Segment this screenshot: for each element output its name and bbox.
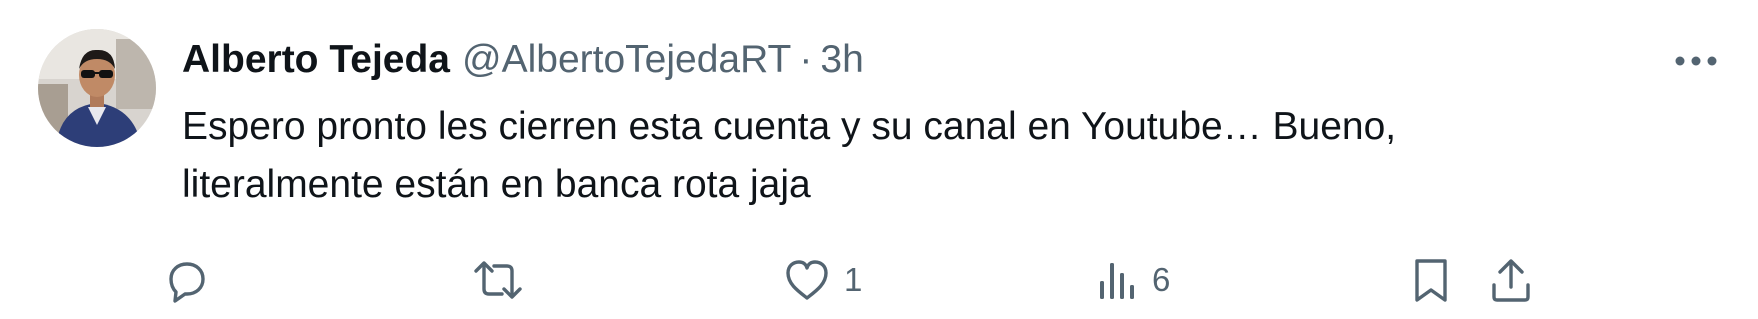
like-count: 1 [844, 261, 863, 298]
more-options-button[interactable] [1670, 43, 1722, 79]
heart-icon [782, 255, 832, 305]
avatar[interactable] [38, 29, 156, 147]
tweet-action-bar: 1 6 [0, 250, 1758, 310]
views-button[interactable]: 6 [1096, 250, 1170, 310]
bookmark-icon [1408, 255, 1454, 305]
like-button[interactable]: 1 [782, 250, 862, 310]
share-icon [1486, 255, 1536, 305]
analytics-icon [1096, 255, 1140, 305]
author-display-name[interactable]: Alberto Tejeda [182, 30, 450, 90]
tweet-header: Alberto Tejeda @AlbertoTejedaRT · 3h [182, 30, 864, 90]
share-button[interactable] [1486, 250, 1536, 310]
retweet-button[interactable] [470, 250, 538, 310]
author-handle[interactable]: @AlbertoTejedaRT [462, 30, 791, 90]
tweet-timestamp[interactable]: 3h [820, 30, 863, 90]
tweet-text-line: Espero pronto les cierren esta cuenta y … [182, 105, 1397, 148]
views-count: 6 [1152, 261, 1171, 298]
reply-button[interactable] [160, 250, 222, 310]
bookmark-button[interactable] [1408, 250, 1454, 310]
reply-icon [160, 255, 210, 305]
tweet-text: Espero pronto les cierren esta cuenta y … [182, 98, 1682, 214]
tweet-card[interactable]: Alberto Tejeda @AlbertoTejedaRT · 3h Esp… [0, 0, 1758, 319]
more-dots-icon [1674, 55, 1718, 67]
retweet-icon [470, 255, 526, 305]
avatar-photo [38, 29, 156, 147]
header-separator: · [799, 38, 813, 81]
tweet-text-line: literalmente están en banca rota jaja [182, 163, 811, 206]
